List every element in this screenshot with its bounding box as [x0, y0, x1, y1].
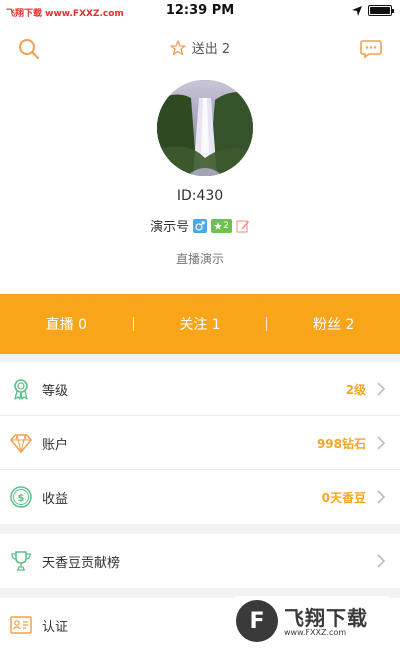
- sent-label: 送出 2: [191, 42, 231, 57]
- menu-item-level[interactable]: 等级 2级: [0, 362, 400, 416]
- messages-button[interactable]: [358, 36, 384, 62]
- menu-label: 天香豆贡献榜: [42, 556, 121, 571]
- battery-icon: [368, 5, 394, 16]
- menu-item-contribution-ranking[interactable]: 天香豆贡献榜: [0, 534, 400, 588]
- level-badge-number: 2: [223, 220, 229, 231]
- clock: 12:39 PM: [165, 3, 235, 18]
- menu-value: 0天香豆: [321, 491, 366, 505]
- profile-header: 送出 2 ID:430 演示号 2 直播演示: [0, 22, 400, 294]
- avatar[interactable]: [157, 80, 253, 176]
- status-bar: 飞翔下载 www.FXXZ.com 12:39 PM: [0, 0, 400, 22]
- user-id: ID:430: [176, 188, 224, 204]
- svg-text:$: $: [18, 493, 25, 504]
- menu-label: 收益: [42, 492, 69, 507]
- menu-label: 账户: [42, 438, 69, 453]
- star-icon: [214, 221, 223, 230]
- chevron-right-icon: [377, 554, 386, 568]
- medal-icon: [14, 379, 28, 400]
- menu-item-account[interactable]: 账户 998钻石: [0, 416, 400, 470]
- user-name: 演示号: [150, 220, 190, 235]
- signature-text: 直播演示: [175, 252, 224, 266]
- gift-star-icon: [170, 40, 186, 56]
- stat-live[interactable]: 直播 0: [0, 314, 133, 334]
- coin-dollar-icon: $: [10, 486, 32, 508]
- avatar-waterfall-image: [157, 80, 253, 176]
- trophy-icon: [11, 551, 31, 571]
- menu-group-account: 等级 2级 账户 998钻石 $ 收益 0天香豆: [0, 362, 400, 524]
- menu-label: 等级: [42, 384, 69, 399]
- id-card-icon: [10, 616, 32, 634]
- status-icons: [352, 5, 394, 16]
- chevron-right-icon: [377, 490, 386, 504]
- location-arrow-icon: [352, 5, 362, 16]
- edit-pencil-icon: [236, 220, 249, 232]
- edit-profile-button[interactable]: [236, 219, 250, 233]
- stat-following[interactable]: 关注 1: [134, 314, 267, 334]
- menu-value: 2级: [345, 383, 366, 397]
- chat-bubble-icon: [360, 40, 382, 59]
- level-badge: 2: [211, 218, 232, 233]
- watermark-logo-url: www.FXXZ.com: [284, 628, 347, 637]
- diamond-icon: [10, 434, 32, 453]
- chevron-right-icon: [377, 382, 386, 396]
- menu-item-earnings[interactable]: $ 收益 0天香豆: [0, 470, 400, 524]
- gender-male-icon: [193, 218, 208, 233]
- menu-group-ranking: 天香豆贡献榜: [0, 534, 400, 588]
- stats-bar: 直播 0 关注 1 粉丝 2: [0, 294, 400, 354]
- watermark-logo-text: 飞翔下载: [284, 606, 368, 630]
- sent-gifts-link[interactable]: 送出 2: [0, 38, 400, 57]
- watermark-logo: F 飞翔下载 www.FXXZ.com: [232, 596, 392, 646]
- chevron-right-icon: [377, 436, 386, 450]
- watermark-logo-circle: F: [236, 600, 278, 642]
- menu-value: 998钻石: [316, 437, 366, 451]
- name-row: 演示号 2: [0, 216, 400, 235]
- stat-fans[interactable]: 粉丝 2: [267, 314, 400, 334]
- menu-label: 认证: [42, 620, 69, 635]
